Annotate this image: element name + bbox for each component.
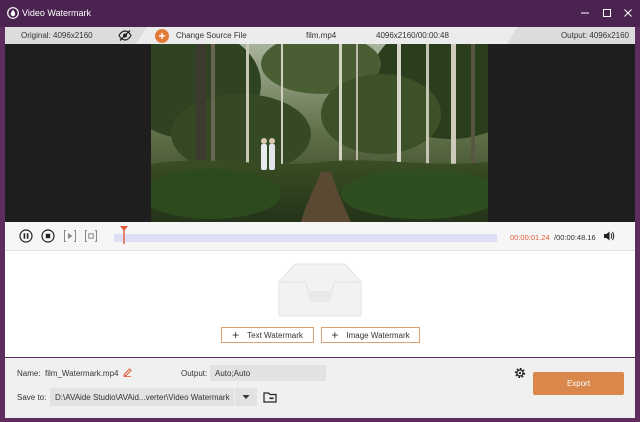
output-resolution: Output: 4096x2160 xyxy=(560,31,629,40)
output-file-name: film_Watermark.mp4 xyxy=(45,369,119,378)
total-time: /00:00:48.16 xyxy=(554,233,596,242)
text-watermark-button[interactable]: + Text Watermark xyxy=(221,327,314,343)
pause-icon[interactable] xyxy=(19,229,33,243)
export-button[interactable]: Export xyxy=(533,372,624,395)
change-source-label: Change Source File xyxy=(176,31,247,40)
close-icon xyxy=(624,9,632,17)
title-bar: Video Watermark xyxy=(0,0,640,27)
eye-off-icon[interactable] xyxy=(118,29,132,42)
original-resolution: Original: 4096x2160 xyxy=(21,31,93,40)
name-label: Name: xyxy=(17,369,41,378)
save-path-dropdown[interactable] xyxy=(235,388,257,406)
edit-icon[interactable] xyxy=(123,368,132,377)
empty-tray-icon xyxy=(278,263,362,317)
change-source-button[interactable]: + Change Source File xyxy=(155,28,247,43)
file-name: film.mp4 xyxy=(306,31,337,40)
info-bar: Original: 4096x2160 + Change Source File… xyxy=(5,27,635,44)
output-settings-panel: Name: film_Watermark.mp4 Output: Auto;Au… xyxy=(5,358,635,418)
maximize-button[interactable] xyxy=(600,6,614,20)
save-to-label: Save to: xyxy=(17,393,47,402)
minimize-button[interactable] xyxy=(578,6,592,20)
folder-icon[interactable] xyxy=(263,391,277,403)
maximize-icon xyxy=(603,9,611,17)
playback-controls: 00:00:01.24 /00:00:48.16 xyxy=(5,222,635,251)
forest-scene-image xyxy=(151,44,488,222)
plus-icon: + xyxy=(232,328,240,342)
timeline-track[interactable] xyxy=(114,234,497,242)
image-watermark-button[interactable]: + Image Watermark xyxy=(321,327,420,343)
output-label: Output: xyxy=(181,369,208,378)
image-watermark-label: Image Watermark xyxy=(346,330,410,340)
output-format-field[interactable]: Auto;Auto xyxy=(210,365,526,381)
text-watermark-label: Text Watermark xyxy=(247,330,303,340)
output-format-value: Auto;Auto xyxy=(215,369,251,378)
gear-icon[interactable] xyxy=(514,367,526,379)
video-preview xyxy=(5,44,635,222)
playhead-marker[interactable] xyxy=(119,226,128,244)
window-title: Video Watermark xyxy=(22,8,92,18)
plus-circle-icon: + xyxy=(155,28,169,43)
minimize-icon xyxy=(581,12,589,14)
chevron-down-icon xyxy=(242,395,250,399)
resolution-duration: 4096x2160/00:00:48 xyxy=(376,31,449,40)
plus-icon: + xyxy=(331,328,339,342)
save-path-field[interactable]: D:\AVAide Studio\AVAid...verter\Video Wa… xyxy=(50,388,234,406)
stop-icon[interactable] xyxy=(41,229,55,243)
clip-icon[interactable] xyxy=(84,229,98,243)
current-time: 00:00:01.24 xyxy=(510,233,550,242)
volume-icon[interactable] xyxy=(603,230,615,242)
watermark-area: + Text Watermark + Image Watermark xyxy=(5,251,635,357)
app-window: Video Watermark Original: 4096x2160 + Ch… xyxy=(0,0,640,422)
video-frame[interactable] xyxy=(151,44,488,222)
save-path-value: D:\AVAide Studio\AVAid...verter\Video Wa… xyxy=(55,393,230,402)
close-button[interactable] xyxy=(621,6,635,20)
play-next-icon[interactable] xyxy=(63,229,77,243)
app-logo-icon xyxy=(7,7,19,19)
